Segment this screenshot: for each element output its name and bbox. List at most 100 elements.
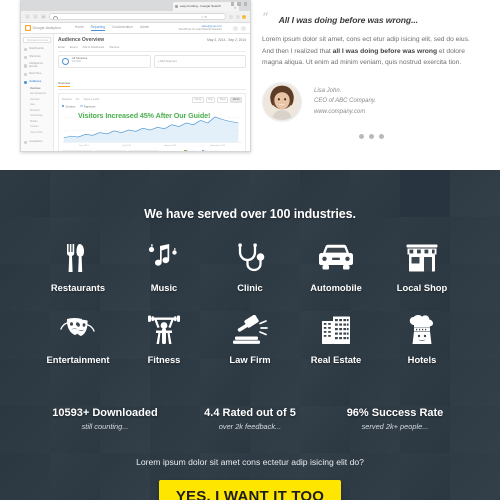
browser-nav-buttons[interactable]: ‹ › ↻ bbox=[25, 14, 46, 19]
industry-law-firm[interactable]: Law Firm bbox=[207, 315, 293, 365]
avatar[interactable] bbox=[241, 25, 246, 31]
metric-pageviews[interactable]: Pageviews 465,969 bbox=[127, 149, 159, 151]
carousel-dots[interactable] bbox=[262, 133, 480, 139]
maximize-icon[interactable] bbox=[237, 2, 241, 6]
carousel-dot-2[interactable] bbox=[368, 133, 374, 139]
ga-title-row: Audience Overview May 3, 2014 - Sep 2, 2… bbox=[58, 37, 246, 43]
industry-music[interactable]: Music bbox=[121, 243, 207, 293]
industries-content: We have served over 100 industries. Rest… bbox=[0, 207, 500, 500]
profile-icon[interactable] bbox=[235, 14, 240, 19]
avatar bbox=[262, 81, 302, 122]
ga-nav-reporting[interactable]: Reporting bbox=[90, 25, 106, 32]
back-icon[interactable]: ‹ bbox=[25, 14, 30, 19]
add-segment-button[interactable]: + Add Segment bbox=[153, 54, 246, 68]
add-to-dashboard-button[interactable]: Add to Dashboard bbox=[83, 46, 105, 49]
industry-local-shop[interactable]: Local Shop bbox=[379, 243, 465, 293]
browser-extensions[interactable] bbox=[229, 14, 246, 19]
browser-tab[interactable]: easy funding - Google Search × bbox=[173, 1, 239, 11]
extension-icon[interactable] bbox=[229, 14, 233, 19]
carousel-dot-1[interactable] bbox=[358, 133, 364, 139]
segment-all-sessions[interactable]: All Sessions 100.00% bbox=[58, 54, 151, 68]
metric-sessions[interactable]: Sessions 289,590 bbox=[62, 149, 93, 151]
gear-icon[interactable] bbox=[233, 25, 238, 31]
testimonial-title: All I was doing before was wrong... bbox=[278, 15, 418, 25]
bell-icon bbox=[24, 64, 28, 68]
ga-nav-customization[interactable]: Customization bbox=[112, 25, 133, 32]
sidebar-item-audience[interactable]: Audience bbox=[21, 78, 53, 86]
industry-fitness[interactable]: Fitness bbox=[121, 315, 207, 365]
ga-subnav[interactable]: Email Export Add to Dashboard Shortcut bbox=[58, 46, 246, 52]
sidebar-item-intelligence-events[interactable]: Intelligence Events bbox=[21, 61, 53, 71]
chef-icon bbox=[409, 315, 434, 344]
granularity-week[interactable]: Week bbox=[217, 96, 229, 103]
granularity-switch[interactable]: Hourly Day Week Month bbox=[192, 96, 242, 103]
industry-hotels[interactable]: Hotels bbox=[379, 315, 465, 365]
address-bar-icons[interactable]: ☆ ↻ bbox=[201, 14, 207, 19]
sidebar-item-dashboards[interactable]: Dashboards bbox=[21, 46, 53, 54]
industry-label: Restaurants bbox=[50, 282, 106, 293]
industry-label: Hotels bbox=[407, 354, 437, 365]
sidebar-item-label: Shortcuts bbox=[29, 54, 41, 58]
browser-tabbar: easy funding - Google Search × bbox=[21, 0, 250, 11]
ga-account-info[interactable]: sales@gmail.com WordPress for Lead Manua… bbox=[179, 25, 222, 32]
segment-percent: 100.00% bbox=[72, 61, 82, 64]
carousel-dot-3[interactable] bbox=[378, 133, 384, 139]
industry-label: Law Firm bbox=[229, 354, 271, 365]
sidebar-subitem-users-flow[interactable]: Users Flow bbox=[21, 130, 53, 136]
ga-nav-admin[interactable]: Admin bbox=[140, 25, 149, 32]
minimize-icon[interactable] bbox=[230, 2, 234, 6]
sidebar-item-real-time[interactable]: Real-Time bbox=[21, 71, 53, 79]
email-button[interactable]: Email bbox=[58, 46, 65, 49]
chart-headline-annotation: Visitors Increased 45% After Our Guide! bbox=[78, 110, 211, 120]
segment-bar: All Sessions 100.00% + Add Segment bbox=[58, 54, 246, 68]
x-tick: September 2014 bbox=[209, 144, 226, 147]
industry-label: Real Estate bbox=[310, 354, 362, 365]
x-tick: June 2014 bbox=[78, 144, 89, 147]
sidebar-item-acquisition[interactable]: Acquisition bbox=[21, 139, 53, 147]
quote-icon: “ bbox=[262, 11, 269, 26]
window-controls[interactable] bbox=[230, 2, 247, 6]
google-analytics-app: Google Analytics Home Reporting Customiz… bbox=[21, 23, 250, 151]
industry-label: Clinic bbox=[237, 282, 263, 293]
ga-tab-row[interactable]: Overview bbox=[58, 71, 246, 90]
ga-logo-text: Google Analytics bbox=[32, 26, 61, 30]
chart-toolbar: Sessions VS. Select a metric Hourly Day … bbox=[62, 96, 242, 103]
reload-icon[interactable]: ↻ bbox=[41, 14, 46, 19]
tab-overview[interactable]: Overview bbox=[58, 81, 71, 87]
industry-automobile[interactable]: Automobile bbox=[293, 243, 379, 293]
sidebar-item-label: Dashboards bbox=[29, 47, 44, 51]
forward-icon[interactable]: › bbox=[33, 14, 38, 19]
industry-real-estate[interactable]: Real Estate bbox=[293, 315, 379, 365]
menu-icon[interactable] bbox=[242, 14, 246, 19]
granularity-day[interactable]: Day bbox=[206, 96, 216, 103]
close-window-icon[interactable] bbox=[243, 2, 247, 6]
browser-tab-title: easy funding - Google Search bbox=[180, 3, 221, 8]
ga-chart-card: Sessions VS. Select a metric Hourly Day … bbox=[58, 92, 246, 151]
industry-clinic[interactable]: Clinic bbox=[207, 243, 293, 293]
industry-entertainment[interactable]: Entertainment bbox=[35, 315, 121, 365]
address-input[interactable]: ☆ ↻ bbox=[49, 13, 226, 20]
granularity-hourly[interactable]: Hourly bbox=[192, 96, 204, 103]
legend-dot-icon bbox=[201, 149, 204, 151]
metric-selector-primary[interactable]: Sessions bbox=[62, 98, 72, 101]
dashboard-icon bbox=[24, 48, 28, 52]
ga-nav-home[interactable]: Home bbox=[75, 25, 84, 32]
industry-restaurants[interactable]: Restaurants bbox=[35, 243, 121, 293]
ga-top-icons[interactable] bbox=[233, 25, 246, 31]
ga-main-nav[interactable]: Home Reporting Customization Admin bbox=[75, 25, 149, 32]
export-button[interactable]: Export bbox=[70, 46, 78, 49]
ga-metrics-section: Sessions 289,590 Users 223,216 bbox=[62, 149, 242, 151]
search-input[interactable]: Find reports & more bbox=[23, 37, 51, 43]
ga-sidebar: Find reports & more Dashboards Shortcuts… bbox=[21, 34, 54, 151]
sidebar-item-shortcuts[interactable]: Shortcuts bbox=[21, 54, 53, 62]
pie-legend: New Visitor Returning Visitor bbox=[163, 149, 242, 151]
cta-button[interactable]: YES, I WANT IT TOO bbox=[159, 480, 341, 500]
date-range-picker[interactable]: May 3, 2014 - Sep 2, 2014 bbox=[207, 38, 246, 42]
ga-logo: Google Analytics bbox=[25, 25, 61, 31]
metric-selector-secondary[interactable]: Select a metric bbox=[84, 98, 100, 101]
shortcut-button[interactable]: Shortcut bbox=[109, 46, 119, 49]
ga-topbar: Google Analytics Home Reporting Customiz… bbox=[21, 23, 250, 34]
stat-subtext: still counting... bbox=[81, 422, 129, 431]
metric-users[interactable]: Users 223,216 bbox=[94, 149, 126, 151]
granularity-month[interactable]: Month bbox=[230, 96, 242, 103]
